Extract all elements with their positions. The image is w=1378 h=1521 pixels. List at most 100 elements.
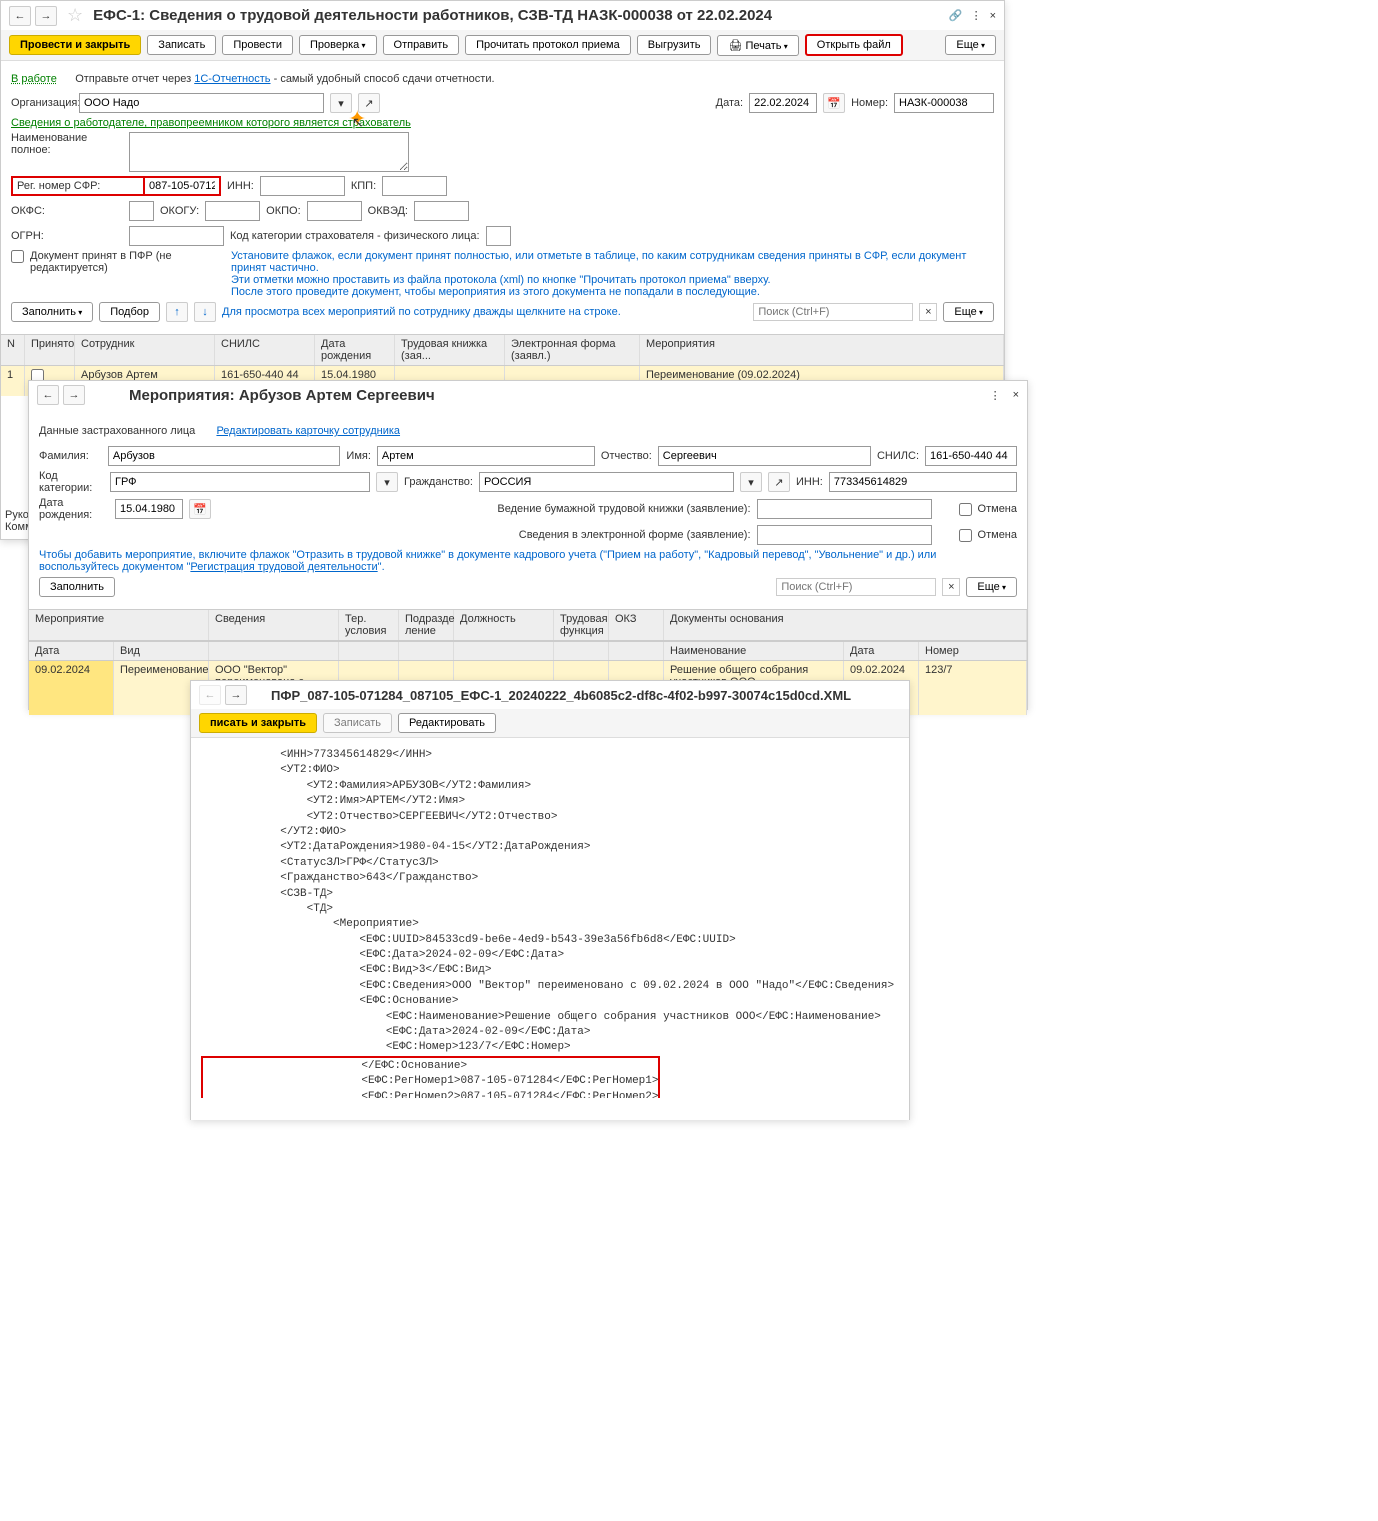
read-protocol-button[interactable]: Прочитать протокол приема: [465, 35, 631, 55]
xml-forward[interactable]: →: [225, 685, 247, 705]
number-input[interactable]: [894, 93, 994, 113]
more2-button[interactable]: Еще: [943, 302, 994, 322]
kpp-input[interactable]: [382, 176, 447, 196]
org-open[interactable]: ↗: [358, 93, 380, 113]
dlg-search-input[interactable]: [776, 578, 936, 596]
okpo-input[interactable]: [307, 201, 362, 221]
date-input[interactable]: [749, 93, 817, 113]
nav-back[interactable]: ←: [9, 6, 31, 26]
edit-card-link[interactable]: Редактировать карточку сотрудника: [216, 425, 400, 437]
org-input[interactable]: [79, 93, 324, 113]
inn-input[interactable]: [260, 176, 345, 196]
xml-content[interactable]: <ИНН>773345614829</ИНН> <УТ2:ФИО> <УТ2:Ф…: [191, 738, 909, 1098]
paper-cancel-cb[interactable]: [959, 503, 972, 516]
eform-cancel-cb[interactable]: [959, 529, 972, 542]
calendar-icon[interactable]: 📅: [823, 93, 845, 113]
nav-forward[interactable]: →: [35, 6, 57, 26]
pfr-label: Документ принят в ПФР (не редактируется): [30, 250, 225, 274]
page-title: ЕФС-1: Сведения о трудовой деятельности …: [93, 7, 945, 24]
events-dialog: ← → Мероприятия: Арбузов Артем Сергеевич…: [28, 380, 1028, 710]
more-icon[interactable]: ⋮: [971, 9, 982, 22]
snils-input[interactable]: [925, 446, 1017, 466]
arrow-up-icon[interactable]: ↑: [166, 302, 188, 322]
cit-dd[interactable]: ▾: [740, 472, 762, 492]
status-link[interactable]: 1С-Отчетность: [194, 73, 270, 85]
dob-cal-icon[interactable]: 📅: [189, 499, 211, 519]
dlg-more-icon[interactable]: ⋮: [990, 389, 1001, 402]
xml-save-close[interactable]: писать и закрыть: [199, 713, 317, 733]
number-label: Номер:: [851, 97, 888, 109]
citizenship-input[interactable]: [479, 472, 734, 492]
dlg-title: Мероприятия: Арбузов Артем Сергеевич: [129, 387, 986, 404]
okogu-label: ОКОГУ:: [160, 205, 199, 217]
status-text: Отправьте отчет через: [75, 73, 194, 85]
parent-org-link[interactable]: Сведения о работодателе, правопреемником…: [11, 117, 411, 129]
okved-input[interactable]: [414, 201, 469, 221]
send-button[interactable]: Отправить: [383, 35, 460, 55]
fullname-input[interactable]: [129, 132, 409, 172]
write-button[interactable]: Записать: [147, 35, 216, 55]
favorite-star[interactable]: ☆: [67, 5, 83, 26]
cit-open[interactable]: ↗: [768, 472, 790, 492]
title-bar: ← → ☆ ЕФС-1: Сведения о трудовой деятель…: [1, 1, 1004, 30]
okogu-input[interactable]: [205, 201, 260, 221]
open-file-button[interactable]: Открыть файл: [805, 34, 903, 56]
okfs-input[interactable]: [129, 201, 154, 221]
org-dropdown[interactable]: ▾: [330, 93, 352, 113]
fill-button[interactable]: Заполнить: [11, 302, 93, 322]
okfs-label: ОКФС:: [11, 205, 41, 217]
more-button[interactable]: Еще: [945, 35, 996, 55]
close-icon[interactable]: ×: [990, 10, 996, 22]
firstname-input[interactable]: [377, 446, 595, 466]
fullname-label: Наименование полное:: [11, 132, 123, 156]
export-button[interactable]: Выгрузить: [637, 35, 712, 55]
dlg-inn-input[interactable]: [829, 472, 1017, 492]
check-button[interactable]: Проверка: [299, 35, 377, 55]
eform-input[interactable]: [757, 525, 932, 545]
select-button[interactable]: Подбор: [99, 302, 160, 322]
kodcat-input[interactable]: [110, 472, 370, 492]
main-table-header: N Принято Сотрудник СНИЛС Дата рождения …: [1, 334, 1004, 366]
xml-edit[interactable]: Редактировать: [398, 713, 496, 733]
reg-input[interactable]: [143, 176, 221, 196]
post-button[interactable]: Провести: [222, 35, 293, 55]
search-input[interactable]: [753, 303, 913, 321]
xml-back: ←: [199, 685, 221, 705]
dlg-clear-search[interactable]: ×: [942, 578, 960, 596]
date-label: Дата:: [716, 97, 743, 109]
dlg-back[interactable]: ←: [37, 385, 59, 405]
main-toolbar: Провести и закрыть Записать Провести Про…: [1, 30, 1004, 61]
reg-label: Рег. номер СФР:: [11, 176, 143, 196]
post-close-button[interactable]: Провести и закрыть: [9, 35, 141, 55]
dlg-fill-button[interactable]: Заполнить: [39, 577, 115, 597]
reg-activity-link[interactable]: Регистрация трудовой деятельности: [190, 561, 377, 573]
dlg-close-icon[interactable]: ×: [1013, 389, 1019, 401]
arrow-down-icon[interactable]: ↓: [194, 302, 216, 322]
dlg-forward[interactable]: →: [63, 385, 85, 405]
kod-input[interactable]: [486, 226, 511, 246]
ogrn-input[interactable]: [129, 226, 224, 246]
dlg-more-button[interactable]: Еще: [966, 577, 1017, 597]
xml-window: ← → ПФР_087-105-071284_087105_ЕФС-1_2024…: [190, 680, 910, 1120]
status-label[interactable]: В работе: [11, 73, 57, 85]
okpo-label: ОКПО:: [266, 205, 300, 217]
inn-label: ИНН:: [227, 180, 254, 192]
print-button[interactable]: Печать: [717, 35, 798, 56]
org-label: Организация:: [11, 97, 73, 109]
ogrn-label: ОГРН:: [11, 230, 41, 242]
printer-icon: [728, 40, 742, 52]
pfr-checkbox[interactable]: [11, 250, 24, 263]
kodcat-dd[interactable]: ▾: [376, 472, 398, 492]
xml-write: Записать: [323, 713, 392, 733]
clear-search[interactable]: ×: [919, 303, 937, 321]
dblclick-hint: Для просмотра всех мероприятий по сотруд…: [222, 306, 621, 318]
midname-input[interactable]: [658, 446, 871, 466]
insured-label: Данные застрахованного лица: [39, 425, 195, 437]
dlg-table-header1: Мероприятие Сведения Тер. условия Подраз…: [29, 609, 1027, 641]
lastname-input[interactable]: [108, 446, 341, 466]
dlg-dob-input[interactable]: [115, 499, 183, 519]
okved-label: ОКВЭД:: [368, 205, 408, 217]
paper-input[interactable]: [757, 499, 932, 519]
link-icon[interactable]: 🔗: [949, 9, 963, 22]
kod-label: Код категории страхователя - физического…: [230, 230, 480, 242]
